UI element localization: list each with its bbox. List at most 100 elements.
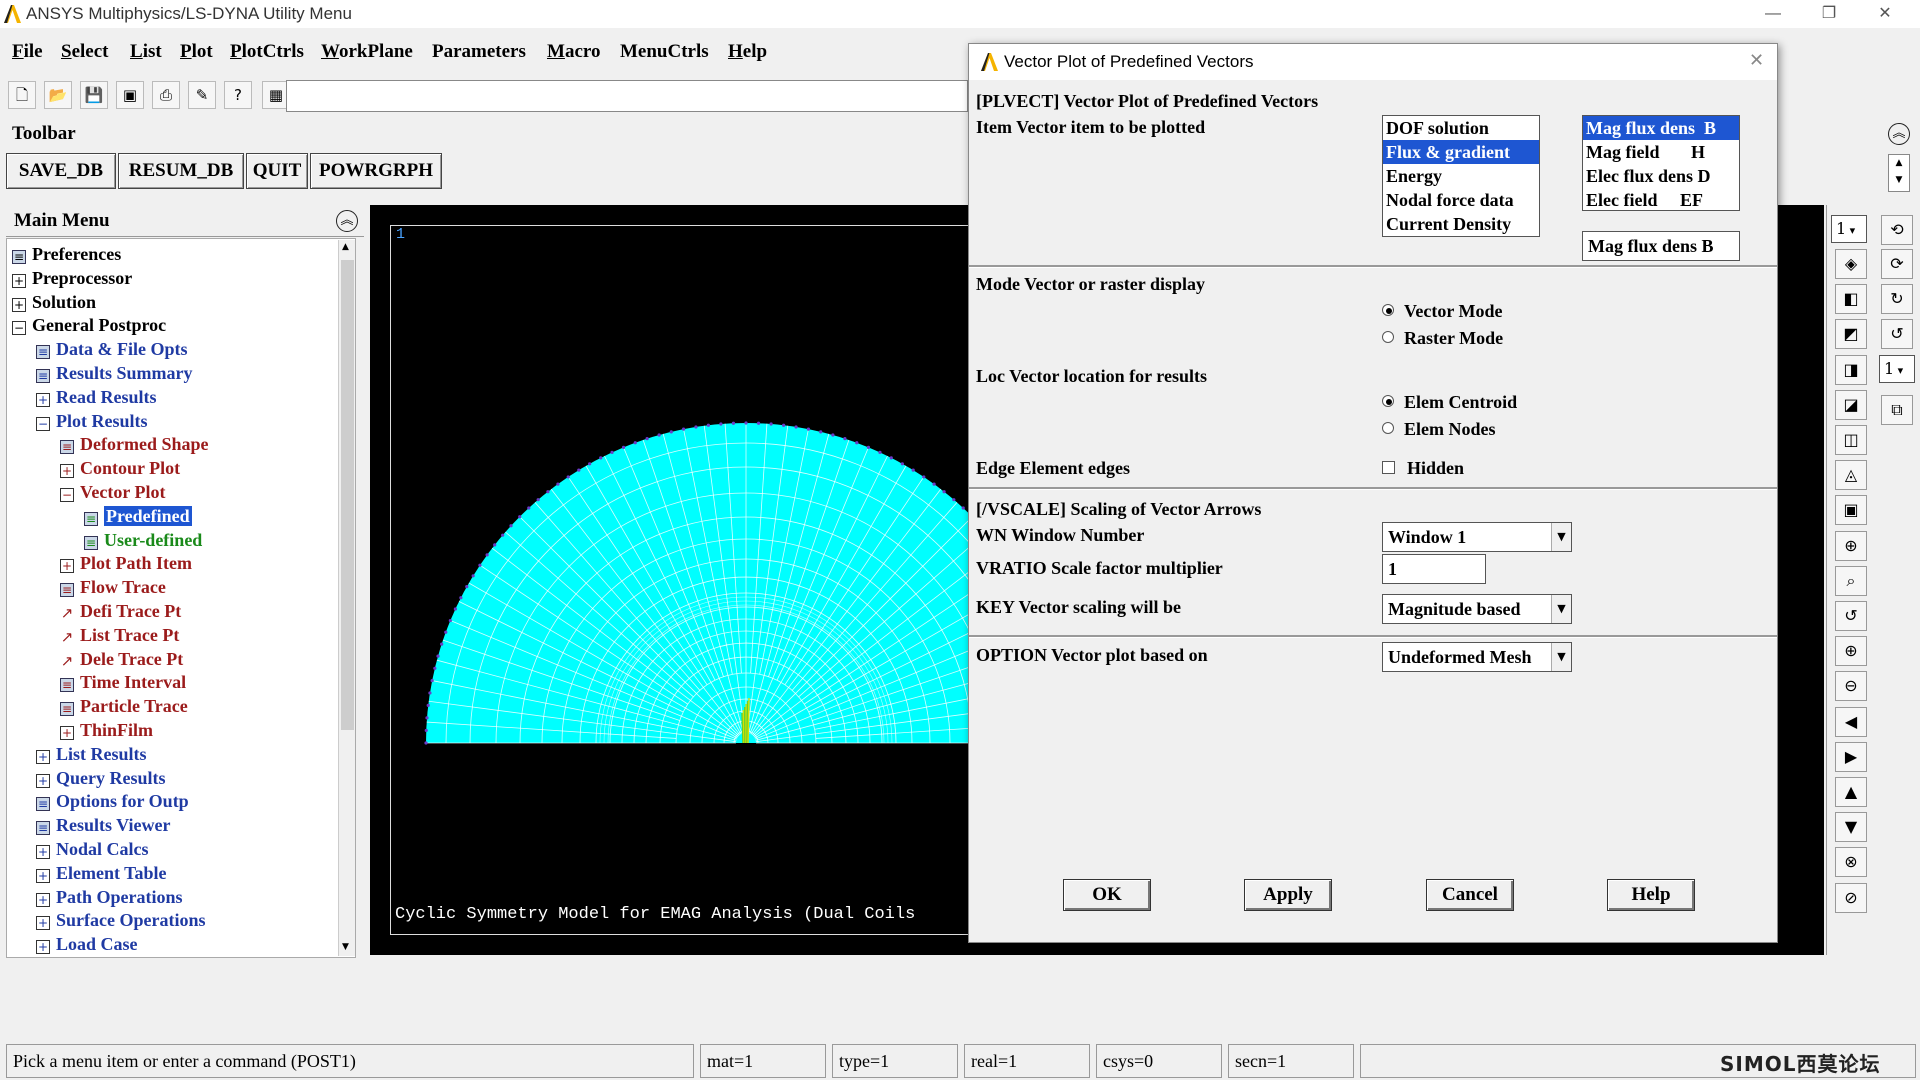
menu-item-data-file-opts[interactable]: ≡ Data & File Opts xyxy=(36,337,187,361)
item-value-field[interactable]: Mag flux dens B xyxy=(1582,231,1740,261)
close-button[interactable]: ✕ xyxy=(1862,0,1908,28)
menu-item-nodal-calcs[interactable]: + Nodal Calcs xyxy=(36,837,149,861)
command-input[interactable] xyxy=(286,80,968,112)
minimize-button[interactable]: — xyxy=(1750,0,1796,28)
window-select-2[interactable]: 1 ▾ xyxy=(1879,355,1915,383)
iso-view-icon[interactable]: ◈ xyxy=(1835,249,1867,279)
scroll-thumb[interactable] xyxy=(341,260,354,730)
win-zoom-icon[interactable]: ↺ xyxy=(1835,601,1867,631)
pan-up-icon[interactable]: ▲ xyxy=(1835,777,1867,807)
dynamic-mode-icon[interactable]: ⟲ xyxy=(1881,215,1913,245)
powrgrph-button[interactable]: POWRGRPH xyxy=(310,153,442,189)
item-category-option[interactable]: DOF solution xyxy=(1383,116,1539,140)
left-view-icon[interactable]: ◫ xyxy=(1835,425,1867,455)
collapse-main-menu-icon[interactable]: ︽ xyxy=(336,210,358,232)
print-icon[interactable]: ⎙ xyxy=(152,81,180,109)
right-view-icon[interactable]: ◪ xyxy=(1835,389,1867,420)
radio-icon[interactable] xyxy=(1382,422,1394,434)
back-view-icon[interactable]: ◨ xyxy=(1835,354,1867,385)
rotate-y-icon[interactable]: ⊘ xyxy=(1835,882,1867,913)
menu-item-results-viewer[interactable]: ≡ Results Viewer xyxy=(36,813,170,837)
main-menu-scrollbar[interactable]: ▲ ▼ xyxy=(338,240,355,956)
reset-icon[interactable]: ⧉ xyxy=(1881,395,1913,425)
save-icon[interactable]: 💾 xyxy=(80,81,108,109)
chevron-down-icon[interactable]: ▾ xyxy=(1846,224,1856,237)
chevron-down-icon[interactable]: ▼ xyxy=(1551,595,1571,623)
item-component-option[interactable]: Elec field EF xyxy=(1583,188,1739,210)
open-folder-icon[interactable]: 📂 xyxy=(44,81,72,109)
pan-down-icon[interactable]: ▼ xyxy=(1835,812,1867,843)
item-component-option[interactable]: Elec flux dens D xyxy=(1583,164,1739,188)
restore-button[interactable]: ❐ xyxy=(1806,0,1852,28)
menu-menuctrls[interactable]: MenuCtrls xyxy=(620,41,709,63)
menu-plotctrls[interactable]: PlotCtrls xyxy=(230,41,304,63)
radio-icon[interactable] xyxy=(1382,395,1394,407)
vratio-input[interactable]: 1 xyxy=(1382,554,1486,584)
menu-item-element-table[interactable]: + Element Table xyxy=(36,861,167,885)
toolbar-spinner[interactable]: ▲ ▼ xyxy=(1888,154,1910,192)
item-category-list[interactable]: DOF solution Flux & gradient Energy Nodal f… xyxy=(1382,115,1540,237)
menu-item-query-results[interactable]: + Query Results xyxy=(36,766,166,790)
menu-item-user-defined[interactable]: ≡ User-defined xyxy=(84,528,202,552)
menu-help[interactable]: Help xyxy=(728,41,767,63)
scroll-up-icon[interactable]: ▲ xyxy=(342,242,349,252)
bottom-view-icon[interactable]: ◬ xyxy=(1835,460,1867,491)
help-icon[interactable]: ? xyxy=(224,81,252,109)
top-view-icon[interactable]: ◩ xyxy=(1835,319,1867,350)
menu-list[interactable]: List xyxy=(130,41,162,63)
save-db-button[interactable]: SAVE_DB xyxy=(6,153,116,189)
spin-down-icon[interactable]: ▼ xyxy=(1889,172,1909,189)
menu-item-preferences[interactable]: ≡ Preferences xyxy=(12,242,121,266)
chevron-down-icon[interactable]: ▼ xyxy=(1551,523,1571,551)
checkbox-icon[interactable] xyxy=(1382,461,1395,474)
menu-item-thinfilm[interactable]: + ThinFilm xyxy=(60,718,153,742)
menu-item-preprocessor[interactable]: + Preprocessor xyxy=(12,266,132,290)
menu-item-surface-operations[interactable]: + Surface Operations xyxy=(36,908,205,932)
menu-item-time-interval[interactable]: ≡ Time Interval xyxy=(60,670,186,694)
report-icon[interactable]: ✎ xyxy=(188,81,216,109)
zoom-in-icon[interactable]: ⊕ xyxy=(1835,636,1867,667)
menu-item-flow-trace[interactable]: ≡ Flow Trace xyxy=(60,575,166,599)
zoom-out-icon[interactable]: ⊖ xyxy=(1835,671,1867,702)
item-category-option[interactable]: Flux & gradient xyxy=(1383,140,1539,164)
front-view-icon[interactable]: ◧ xyxy=(1835,284,1867,315)
rotate-z-icon[interactable]: ⟳ xyxy=(1881,249,1913,279)
menu-item-plot-path-item[interactable]: + Plot Path Item xyxy=(60,551,192,575)
menu-item-solution[interactable]: + Solution xyxy=(12,290,96,314)
item-component-list[interactable]: Mag flux dens B Mag field H Elec flux dens… xyxy=(1582,115,1740,211)
menu-item-predefined[interactable]: ≡ Predefined xyxy=(84,504,193,528)
menu-item-results-summary[interactable]: ≡ Results Summary xyxy=(36,361,193,385)
window-number-select[interactable]: Window 1 ▼ xyxy=(1382,522,1572,552)
ok-button[interactable]: OK xyxy=(1063,879,1151,911)
item-category-option[interactable]: Current Density xyxy=(1383,212,1539,236)
menu-item-options-for-outp[interactable]: ≡ Options for Outp xyxy=(36,789,189,813)
hidden-edges-checkbox[interactable]: Hidden xyxy=(1382,458,1464,479)
save-as-icon[interactable]: ▣ xyxy=(116,81,144,109)
rotate-z-neg-icon[interactable]: ↻ xyxy=(1881,284,1913,314)
chevron-down-icon[interactable]: ▼ xyxy=(1551,643,1571,671)
key-scaling-select[interactable]: Magnitude based ▼ xyxy=(1382,594,1572,624)
menu-item-list-results[interactable]: + List Results xyxy=(36,742,147,766)
chevron-down-icon[interactable]: ▾ xyxy=(1894,364,1904,377)
menu-item-list-trace-pt[interactable]: ↗ List Trace Pt xyxy=(60,623,180,647)
quit-button[interactable]: QUIT xyxy=(246,153,308,189)
oblique-view-icon[interactable]: ▣ xyxy=(1835,495,1867,526)
pan-left-icon[interactable]: ◀ xyxy=(1835,706,1867,737)
dialog-close-icon[interactable]: ✕ xyxy=(1749,50,1764,71)
resum-db-button[interactable]: RESUM_DB xyxy=(118,153,244,189)
menu-item-read-results[interactable]: + Read Results xyxy=(36,385,157,409)
menu-item-contour-plot[interactable]: + Contour Plot xyxy=(60,456,180,480)
menu-select[interactable]: Select xyxy=(61,41,108,63)
mode-radio-raster-mode[interactable]: Raster Mode xyxy=(1382,328,1503,349)
menu-item-general-postproc[interactable]: − General Postproc xyxy=(12,313,166,337)
pan-right-icon[interactable]: ▶ xyxy=(1835,741,1867,772)
scroll-down-icon[interactable]: ▼ xyxy=(342,942,349,952)
menu-item-deformed-shape[interactable]: ≡ Deformed Shape xyxy=(60,432,209,456)
item-component-option[interactable]: Mag field H xyxy=(1583,140,1739,164)
menu-item-plot-results[interactable]: − Plot Results xyxy=(36,409,148,433)
menu-item-vector-plot[interactable]: − Vector Plot xyxy=(60,480,165,504)
loc-radio-elem-centroid[interactable]: Elem Centroid xyxy=(1382,392,1517,413)
menu-plot[interactable]: Plot xyxy=(180,41,213,63)
collapse-toolbar-icon[interactable]: ︽ xyxy=(1888,123,1910,145)
window-select[interactable]: 1 ▾ xyxy=(1831,215,1867,243)
